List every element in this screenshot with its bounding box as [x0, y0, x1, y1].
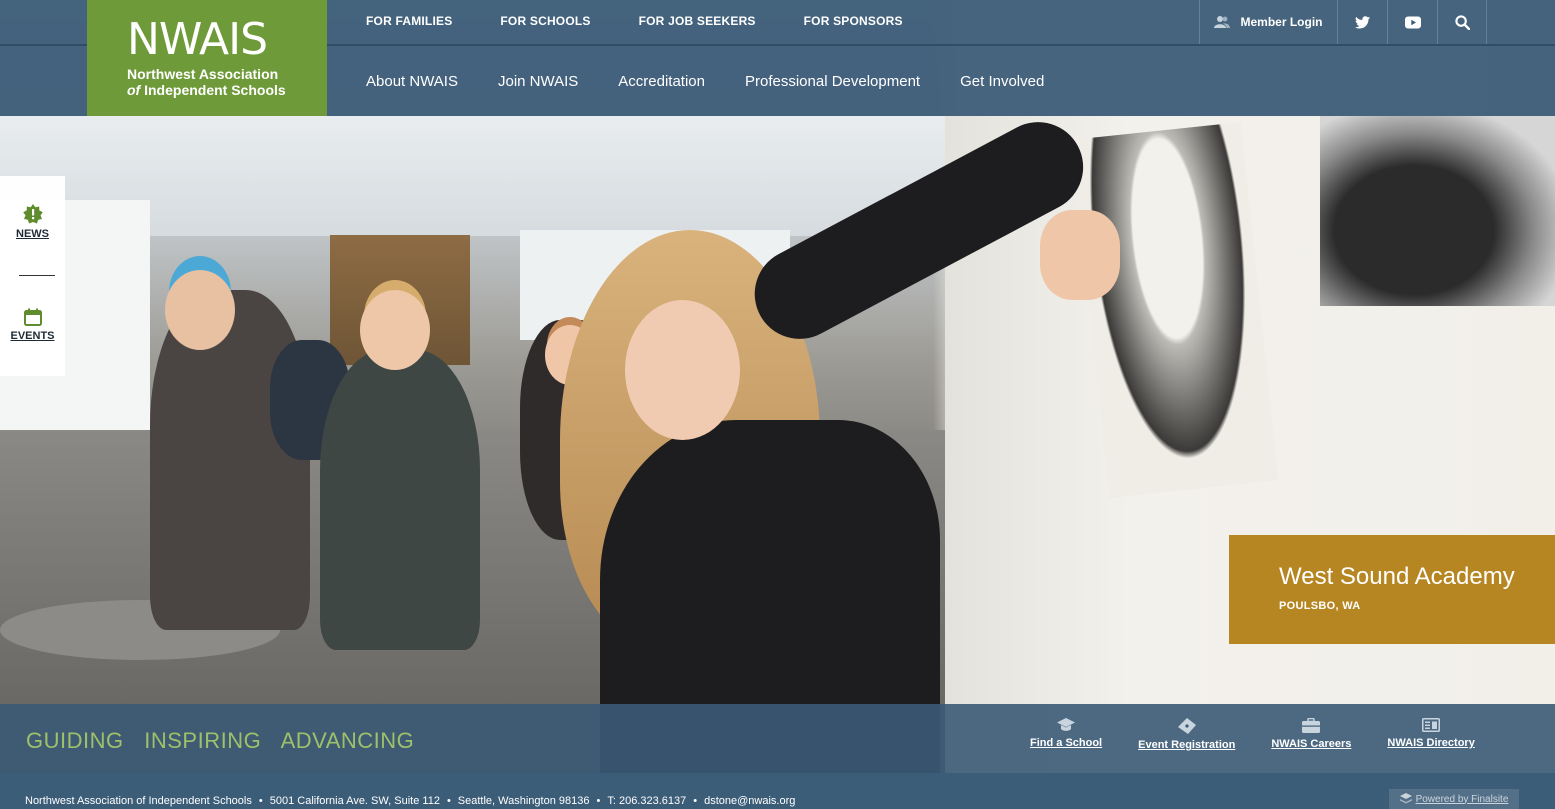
footer-phone[interactable]: T: 206.323.6137 — [607, 795, 686, 807]
event-registration-link[interactable]: Event Registration — [1120, 718, 1253, 751]
utility-link-families[interactable]: FOR FAMILIES — [366, 14, 452, 28]
bottom-band: GUIDING INSPIRING ADVANCING Find a Schoo… — [0, 704, 1555, 773]
youtube-button[interactable] — [1387, 0, 1437, 44]
member-login-label: Member Login — [1240, 15, 1323, 29]
logo-wordmark: NWAIS — [127, 14, 268, 65]
search-icon — [1454, 14, 1470, 30]
tagline-word: GUIDING — [26, 728, 124, 753]
footer-separator: • — [258, 795, 263, 807]
utility-nav: FOR FAMILIES FOR SCHOOLS FOR JOB SEEKERS… — [366, 14, 903, 28]
hero-student — [320, 350, 480, 650]
site-logo[interactable]: NWAIS Northwest Association of Independe… — [87, 0, 327, 116]
nav-about[interactable]: About NWAIS — [366, 73, 458, 90]
search-button[interactable] — [1437, 0, 1487, 44]
quick-link-label: NWAIS Directory — [1387, 737, 1475, 749]
find-a-school-link[interactable]: Find a School — [1012, 718, 1120, 751]
hero-image — [0, 0, 1555, 809]
hero-bw-photo — [1320, 116, 1555, 306]
footer-separator: • — [596, 795, 601, 807]
member-login-button[interactable]: Member Login — [1199, 0, 1337, 44]
twitter-button[interactable] — [1337, 0, 1387, 44]
quick-links: Find a School Event Registration NWAIS C… — [1012, 718, 1493, 751]
events-label: EVENTS — [10, 330, 55, 342]
footer-org: Northwest Association of Independent Sch… — [25, 795, 252, 807]
logo-line-2-rest: Independent Schools — [140, 82, 286, 98]
events-button[interactable]: EVENTS — [0, 308, 65, 342]
hero-girl-face — [625, 300, 740, 440]
caption-school-name: West Sound Academy — [1279, 563, 1515, 590]
finalsite-logo-icon — [1399, 793, 1412, 804]
footer-email-link[interactable]: dstone@nwais.org — [704, 795, 795, 807]
caption-location: POULSBO, WA — [1279, 600, 1361, 612]
news-button[interactable]: NEWS — [0, 204, 65, 240]
side-quick-panel: NEWS EVENTS — [0, 176, 65, 376]
powered-by-label: Powered by Finalsite — [1415, 793, 1509, 805]
directory-icon — [1422, 718, 1441, 732]
tagline-word: INSPIRING — [144, 728, 262, 753]
nav-professional-development[interactable]: Professional Development — [745, 73, 920, 90]
side-panel-divider — [19, 275, 55, 276]
quick-link-label: Find a School — [1030, 737, 1103, 749]
news-label: NEWS — [16, 228, 49, 240]
slide-caption: West Sound Academy POULSBO, WA — [1229, 535, 1555, 644]
hero-student-head — [360, 290, 430, 370]
quick-link-label: Event Registration — [1138, 739, 1236, 751]
footer-city: Seattle, Washington 98136 — [457, 795, 590, 807]
graduation-cap-icon — [1057, 718, 1076, 731]
footer-separator: • — [693, 795, 698, 807]
ticket-icon — [1177, 718, 1196, 734]
footer-street: 5001 California Ave. SW, Suite 112 — [269, 795, 440, 807]
powered-by-finalsite-link[interactable]: Powered by Finalsite — [1389, 789, 1519, 809]
hero-student-head — [165, 270, 235, 350]
hero-girl-hand — [1040, 210, 1120, 300]
youtube-icon — [1404, 16, 1421, 28]
logo-line-1: Northwest Association — [127, 66, 279, 82]
tagline-word: ADVANCING — [280, 728, 415, 753]
tagline: GUIDING INSPIRING ADVANCING — [26, 728, 428, 754]
header-utility-right: Member Login — [1199, 0, 1487, 44]
utility-link-schools[interactable]: FOR SCHOOLS — [500, 14, 590, 28]
nav-get-involved[interactable]: Get Involved — [960, 73, 1044, 90]
nav-join[interactable]: Join NWAIS — [498, 73, 578, 90]
utility-link-sponsors[interactable]: FOR SPONSORS — [804, 14, 903, 28]
quick-link-label: NWAIS Careers — [1271, 738, 1352, 750]
footer-separator: • — [446, 795, 451, 807]
calendar-icon — [23, 308, 42, 326]
logo-line-2: of Independent Schools — [127, 82, 286, 98]
main-nav: About NWAIS Join NWAIS Accreditation Pro… — [366, 73, 1044, 90]
hero-student — [150, 290, 310, 630]
nav-accreditation[interactable]: Accreditation — [618, 73, 705, 90]
twitter-icon — [1355, 15, 1370, 28]
utility-link-job-seekers[interactable]: FOR JOB SEEKERS — [639, 14, 756, 28]
logo-line-2-prefix: of — [127, 82, 141, 98]
nwais-directory-link[interactable]: NWAIS Directory — [1369, 718, 1492, 751]
site-header: FOR FAMILIES FOR SCHOOLS FOR JOB SEEKERS… — [0, 0, 1555, 116]
site-footer: Northwest Association of Independent Sch… — [0, 773, 1555, 809]
nwais-careers-link[interactable]: NWAIS Careers — [1253, 718, 1369, 751]
briefcase-icon — [1302, 718, 1321, 733]
footer-address: Northwest Association of Independent Sch… — [25, 795, 795, 807]
news-badge-icon — [22, 204, 43, 224]
user-icon — [1214, 16, 1231, 28]
